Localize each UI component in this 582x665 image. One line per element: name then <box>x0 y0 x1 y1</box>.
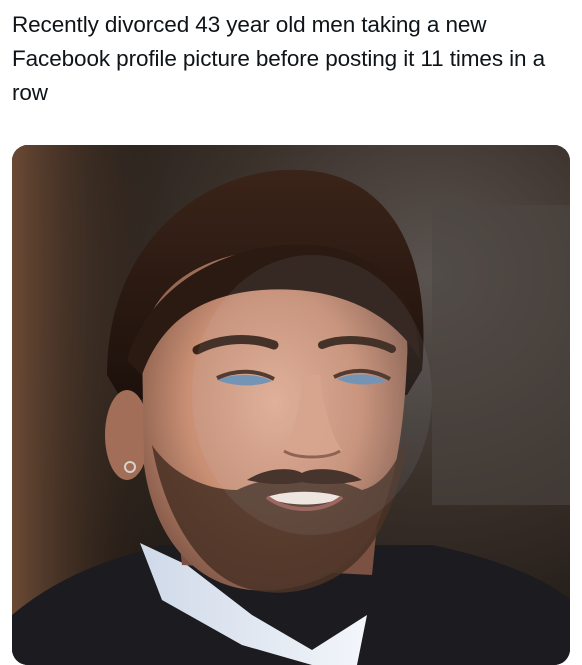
ear <box>105 390 149 480</box>
post-caption: Recently divorced 43 year old men taking… <box>12 12 546 105</box>
man-photo-illustration <box>12 145 570 665</box>
background-blur-shape <box>432 205 570 505</box>
post-image[interactable] <box>12 145 570 665</box>
tweet-post: Recently divorced 43 year old men taking… <box>0 0 582 665</box>
screen-glow <box>192 255 432 535</box>
